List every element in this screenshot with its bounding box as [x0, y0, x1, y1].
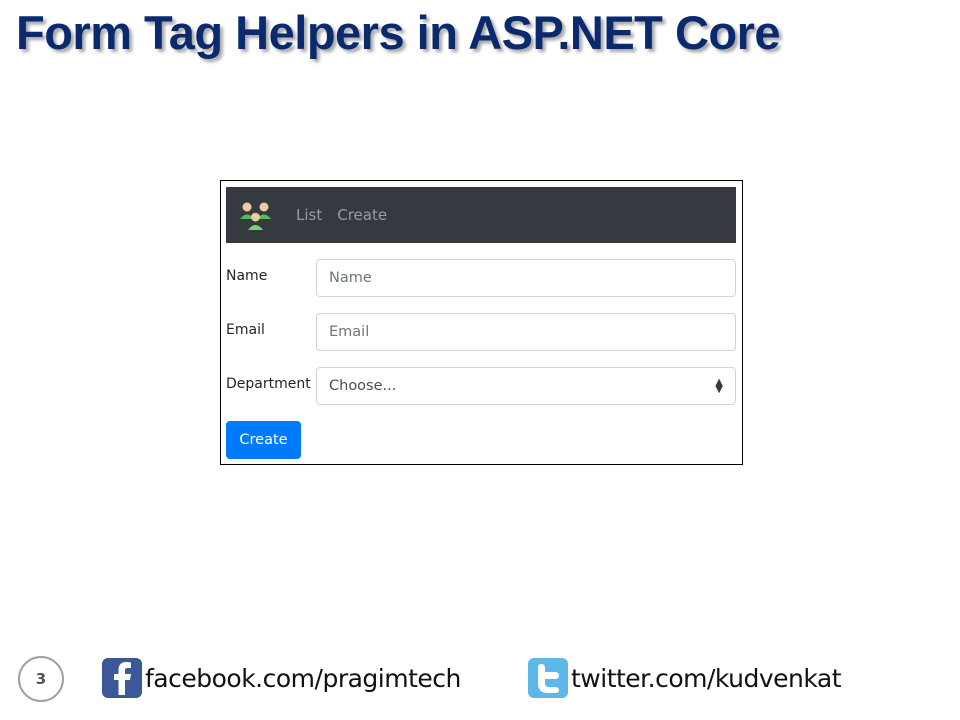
email-label: Email — [226, 322, 265, 338]
nav-link-create[interactable]: Create — [337, 206, 387, 224]
twitter-text: twitter.com/kudvenkat — [571, 663, 842, 693]
select-arrows-icon: ▲ ▼ — [715, 377, 723, 395]
department-label: Department — [226, 376, 311, 392]
facebook-icon — [102, 658, 142, 698]
name-row: Name — [226, 259, 736, 297]
name-input[interactable] — [316, 259, 736, 297]
navbar: List Create — [226, 187, 736, 243]
slide-title: Form Tag Helpers in ASP.NET Core — [16, 6, 781, 59]
twitter-icon — [528, 658, 568, 698]
app-screenshot: List Create Name Email Department Choose… — [220, 180, 743, 465]
department-selected-value: Choose... — [329, 378, 397, 394]
create-button[interactable]: Create — [226, 421, 301, 459]
email-row: Email — [226, 313, 736, 351]
nav-link-list[interactable]: List — [296, 206, 322, 224]
facebook-text: facebook.com/pragimtech — [145, 663, 461, 693]
users-group-icon[interactable] — [238, 197, 274, 233]
email-input[interactable] — [316, 313, 736, 351]
facebook-link[interactable]: facebook.com/pragimtech — [102, 658, 461, 698]
page-number: 3 — [18, 656, 64, 702]
department-select[interactable]: Choose... ▲ ▼ — [316, 367, 736, 405]
twitter-link[interactable]: twitter.com/kudvenkat — [528, 658, 842, 698]
department-row: Department Choose... ▲ ▼ — [226, 367, 736, 405]
slide-footer: 3 facebook.com/pragimtech twitter.com/ku… — [0, 656, 960, 702]
name-label: Name — [226, 268, 268, 284]
